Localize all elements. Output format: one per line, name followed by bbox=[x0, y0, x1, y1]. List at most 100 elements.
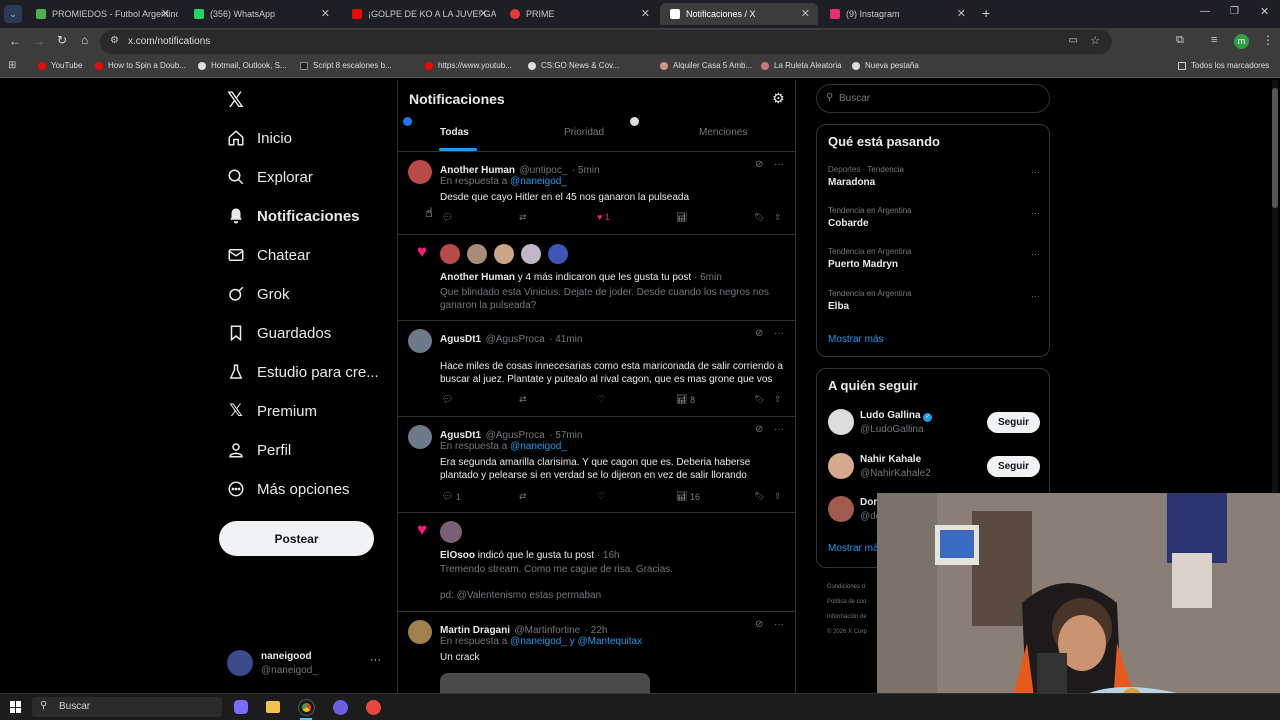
show-more-link[interactable]: Mostrar más bbox=[828, 334, 884, 345]
more-icon[interactable]: ··· bbox=[774, 424, 784, 435]
follow-suggestion[interactable]: Ludo Gallina ✓ @LudoGallina Seguir bbox=[828, 409, 1040, 439]
post-button[interactable]: Postear bbox=[219, 521, 374, 556]
file-explorer-icon[interactable] bbox=[266, 701, 280, 713]
obs-icon[interactable] bbox=[333, 700, 348, 715]
follow-suggestion[interactable]: Nahir Kahale @NahirKahale2 Seguir bbox=[828, 453, 1040, 483]
nav-premium[interactable]: 𝕏 Premium bbox=[227, 401, 317, 420]
notification-reply[interactable]: AgusDt1 @AgusProca · 57min ⊘ ··· En resp… bbox=[398, 417, 795, 513]
more-icon[interactable]: ··· bbox=[1031, 249, 1040, 259]
notification-like-group[interactable]: ♥ Another Human y 4 más indicaron que le… bbox=[398, 235, 795, 321]
trend-item[interactable]: Tendencia en Argentina Cobarde ··· bbox=[828, 206, 1040, 236]
nav-creator-studio[interactable]: Estudio para cre... bbox=[227, 363, 379, 381]
follow-button[interactable]: Seguir bbox=[987, 412, 1040, 433]
bookmark-item[interactable]: CS:GO News & Cov... bbox=[528, 61, 619, 70]
all-bookmarks[interactable]: Todos los marcadores bbox=[1178, 61, 1269, 70]
bookmark-item[interactable]: https://www.youtub... bbox=[425, 61, 512, 70]
bookmark-icon[interactable]: 🔖︎ bbox=[754, 394, 765, 405]
close-icon[interactable]: ✕ bbox=[641, 7, 650, 20]
repost-icon[interactable]: ⇄ bbox=[519, 212, 527, 223]
browser-tab-active[interactable]: Notificaciones / X ✕ bbox=[660, 3, 818, 25]
show-more-link[interactable]: Mostrar más bbox=[828, 543, 884, 554]
settings-icon[interactable]: ⚙ bbox=[772, 90, 785, 107]
avatar[interactable] bbox=[494, 244, 514, 264]
share-icon[interactable]: ⇪ bbox=[774, 491, 782, 502]
nav-home[interactable]: Inicio bbox=[227, 129, 292, 147]
avatar[interactable] bbox=[467, 244, 487, 264]
avatar[interactable] bbox=[548, 244, 568, 264]
avatar[interactable] bbox=[440, 244, 460, 264]
minimize-icon[interactable]: — bbox=[1200, 6, 1210, 17]
back-icon[interactable]: ← bbox=[9, 34, 21, 48]
close-icon[interactable]: ✕ bbox=[161, 7, 170, 20]
new-tab-icon[interactable]: + bbox=[982, 5, 990, 21]
home-icon[interactable]: ⌂ bbox=[81, 33, 88, 47]
share-icon[interactable]: ⇪ bbox=[774, 212, 782, 223]
follow-button[interactable]: Seguir bbox=[987, 456, 1040, 477]
account-switcher[interactable]: naneigood @naneigod_ ··· bbox=[227, 648, 385, 680]
media-icon[interactable]: ≡ bbox=[1211, 34, 1217, 46]
bookmark-star-icon[interactable]: ☆ bbox=[1090, 34, 1100, 47]
taskbar-search[interactable]: ⚲ Buscar bbox=[32, 697, 222, 717]
site-info-icon[interactable]: ⚙ bbox=[110, 35, 119, 46]
extensions-icon[interactable]: ⧉ bbox=[1176, 34, 1184, 47]
more-icon[interactable]: ··· bbox=[1031, 167, 1040, 177]
more-icon[interactable]: ··· bbox=[1031, 208, 1040, 218]
more-icon[interactable]: ··· bbox=[1031, 291, 1040, 301]
reload-icon[interactable]: ↻ bbox=[57, 33, 67, 47]
grok-post-icon[interactable]: ⊘ bbox=[755, 424, 763, 435]
browser-tab[interactable]: PROMIEDOS - Futbol Argentino ✕ bbox=[26, 3, 178, 25]
more-icon[interactable]: ··· bbox=[774, 328, 784, 339]
share-icon[interactable]: ⇪ bbox=[774, 394, 782, 405]
bookmark-icon[interactable]: 🔖︎ bbox=[754, 491, 765, 502]
views-button[interactable]: 📊︎ 8 bbox=[676, 394, 695, 405]
scrollbar-thumb[interactable] bbox=[1272, 88, 1278, 208]
post-media[interactable] bbox=[440, 673, 650, 693]
trend-item[interactable]: Deportes · Tendencia Maradona ··· bbox=[828, 165, 1040, 195]
nav-chat[interactable]: Chatear bbox=[227, 246, 310, 264]
reply-button[interactable]: 💬︎ 1 bbox=[442, 491, 461, 502]
trend-item[interactable]: Tendencia en Argentina Elba ··· bbox=[828, 289, 1040, 319]
bookmark-item[interactable]: Alquiler Casa 5 Amb... bbox=[660, 61, 752, 70]
grok-post-icon[interactable]: ⊘ bbox=[755, 619, 763, 630]
bookmark-item[interactable]: How to Spin a Doub... bbox=[95, 61, 186, 70]
notification-mention[interactable]: AgusDt1 @AgusProca · 41min ⊘ ··· Hace mi… bbox=[398, 321, 795, 417]
like-icon[interactable]: ♡ bbox=[597, 491, 605, 502]
nav-explore[interactable]: Explorar bbox=[227, 168, 313, 186]
more-icon[interactable]: ··· bbox=[774, 619, 784, 630]
restore-icon[interactable]: ❐ bbox=[1230, 6, 1239, 17]
close-window-icon[interactable]: ✕ bbox=[1260, 5, 1269, 18]
url-field[interactable]: ⚙ x.com/notifications ▭ ☆ bbox=[100, 30, 1112, 54]
grok-post-icon[interactable]: ⊘ bbox=[755, 328, 763, 339]
tab-all[interactable]: Todas bbox=[440, 127, 469, 138]
cast-icon[interactable]: ▭ bbox=[1069, 35, 1078, 46]
close-icon[interactable]: ✕ bbox=[801, 7, 810, 20]
bookmark-icon[interactable]: 🔖︎ bbox=[754, 212, 765, 223]
browser-tab[interactable]: (9) Instagram ✕ bbox=[820, 3, 974, 25]
tab-priority[interactable]: Prioridad bbox=[564, 127, 604, 138]
reply-icon[interactable]: 💬︎ bbox=[442, 212, 453, 223]
windows-start-icon[interactable] bbox=[10, 701, 22, 713]
forward-icon[interactable]: → bbox=[33, 34, 45, 48]
bookmark-item[interactable]: Script 8 escalones b... bbox=[300, 61, 392, 70]
bookmark-item[interactable]: Nueva pestaña bbox=[852, 61, 919, 70]
chrome-icon[interactable] bbox=[298, 699, 315, 716]
bookmark-item[interactable]: La Ruleta Aleatoria bbox=[761, 61, 842, 70]
bookmark-item[interactable]: YouTube bbox=[38, 61, 82, 70]
browser-tab[interactable]: PRIME ✕ bbox=[500, 3, 658, 25]
bookmark-item[interactable]: Hotmail, Outlook, S... bbox=[198, 61, 287, 70]
notification-reply[interactable]: Martin Dragani @Martinfortine · 22h ⊘ ··… bbox=[398, 612, 795, 693]
menu-icon[interactable]: ⋮ bbox=[1262, 33, 1274, 47]
notification-like[interactable]: ♥ ElOsoo indicó que le gusta tu post · 1… bbox=[398, 513, 795, 612]
views-button[interactable]: 📊︎ 16 bbox=[676, 491, 700, 502]
reply-icon[interactable]: 💬︎ bbox=[442, 394, 453, 405]
browser-tab[interactable]: (356) WhatsApp ✕ bbox=[184, 3, 338, 25]
tab-mentions[interactable]: Menciones bbox=[699, 127, 747, 138]
avatar[interactable] bbox=[521, 244, 541, 264]
nav-more[interactable]: Más opciones bbox=[227, 480, 350, 498]
more-icon[interactable]: ··· bbox=[774, 159, 784, 170]
grok-post-icon[interactable]: ⊘ bbox=[755, 159, 763, 170]
copilot-icon[interactable] bbox=[234, 700, 248, 714]
repost-icon[interactable]: ⇄ bbox=[519, 491, 527, 502]
more-icon[interactable]: ··· bbox=[370, 654, 381, 666]
repost-icon[interactable]: ⇄ bbox=[519, 394, 527, 405]
